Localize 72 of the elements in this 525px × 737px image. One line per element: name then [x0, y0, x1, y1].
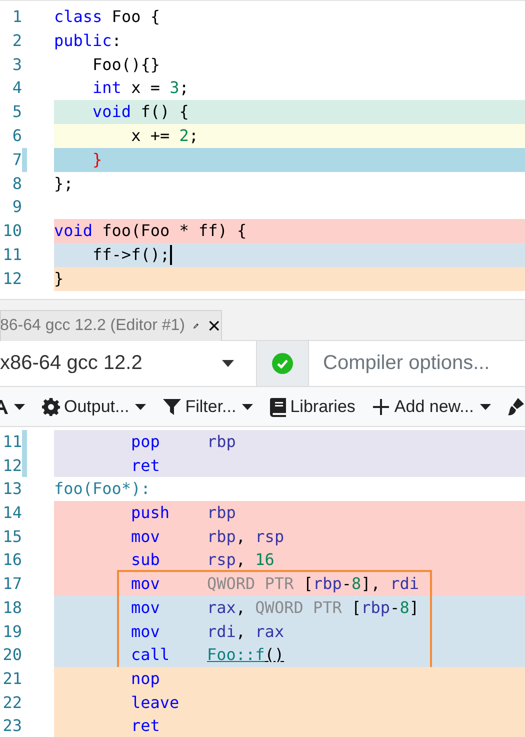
- code-line: x += 2;: [130, 124, 199, 147]
- instruction-operands: rbp: [207, 502, 236, 524]
- line-number: 14: [2, 502, 22, 524]
- instruction-operands: rdi, rax: [207, 620, 284, 642]
- line-number: 21: [2, 668, 22, 690]
- instruction-mnemonic: leave: [131, 692, 180, 714]
- line-number: 19: [2, 620, 22, 642]
- code-line: void foo(Foo * ff) {: [54, 220, 247, 242]
- line-number: 4: [11, 77, 22, 100]
- instruction-mnemonic: mov: [131, 596, 161, 619]
- compiler-tab[interactable]: 86-64 gcc 12.2 (Editor #1) ✕: [0, 310, 222, 341]
- instruction-operands: rbp: [207, 431, 236, 453]
- instruction-mnemonic: nop: [131, 668, 161, 690]
- line-number: 1: [11, 6, 22, 28]
- line-number: 16: [2, 549, 22, 572]
- caret-icon: [222, 360, 234, 367]
- code-line: Foo(){}: [92, 54, 160, 76]
- line-number: 11: [2, 431, 22, 453]
- close-button[interactable]: ✕: [207, 318, 221, 334]
- line-number: 13: [2, 478, 22, 500]
- font-button[interactable]: [0, 399, 25, 415]
- instruction-operands: rax, QWORD PTR [rbp-8]: [207, 596, 419, 619]
- line-number: 2: [11, 30, 22, 52]
- gear-icon: [42, 398, 60, 416]
- function-link[interactable]: Foo::f(): [207, 643, 284, 667]
- filter-icon: [163, 398, 182, 416]
- line-number: 8: [11, 172, 22, 195]
- code-line: }: [54, 268, 64, 290]
- book-icon: [270, 398, 286, 416]
- book-button[interactable]: Libraries: [270, 397, 356, 417]
- code-line: public:: [54, 30, 122, 52]
- instruction-mnemonic: push: [131, 502, 171, 524]
- instruction-mnemonic: ret: [131, 715, 161, 737]
- instruction-mnemonic: pop: [131, 431, 161, 453]
- instruction-mnemonic: mov: [131, 573, 161, 596]
- code-line: };: [54, 172, 74, 195]
- line-number: 6: [11, 124, 22, 147]
- code-line: }: [92, 148, 102, 171]
- line-number: 20: [2, 644, 22, 666]
- instruction-mnemonic: ret: [131, 454, 161, 477]
- code-line: int x = 3;: [92, 77, 189, 100]
- instruction-mnemonic: sub: [131, 549, 161, 572]
- line-number: 5: [11, 101, 22, 124]
- line-number: 12: [2, 268, 22, 290]
- line-number: 17: [2, 573, 22, 596]
- instruction-mnemonic: mov: [131, 526, 161, 548]
- line-number: 22: [2, 692, 22, 714]
- line-number: 12: [2, 454, 22, 477]
- line-number: 7: [11, 148, 22, 171]
- plus-icon: [372, 398, 390, 416]
- line-number: 15: [2, 526, 22, 548]
- instruction-mnemonic: call: [131, 644, 171, 666]
- code-line: class Foo {: [54, 6, 160, 28]
- success-check-icon[interactable]: [272, 353, 293, 374]
- line-number: 11: [2, 244, 22, 266]
- instruction-operands: rbp, rsp: [207, 526, 284, 548]
- gear-button[interactable]: Output...: [42, 397, 146, 417]
- line-number: 23: [2, 715, 22, 737]
- line-number: 3: [11, 54, 22, 76]
- instruction-operands: rsp, 16: [207, 549, 274, 572]
- line-number: 18: [2, 596, 22, 619]
- line-number: 9: [11, 196, 22, 218]
- brush-button[interactable]: [508, 398, 524, 416]
- line-number: 10: [2, 220, 22, 242]
- instruction-mnemonic: mov: [131, 620, 161, 642]
- brush-icon: [508, 398, 524, 416]
- code-line: ff->f();: [92, 244, 170, 266]
- instruction-operands: QWORD PTR [rbp-8], rdi: [207, 573, 419, 596]
- plus-button[interactable]: Add new...: [372, 397, 491, 417]
- function-label: foo(Foo*):: [54, 478, 150, 500]
- filter-button[interactable]: Filter...: [163, 397, 254, 417]
- code-line: void f() {: [92, 101, 189, 124]
